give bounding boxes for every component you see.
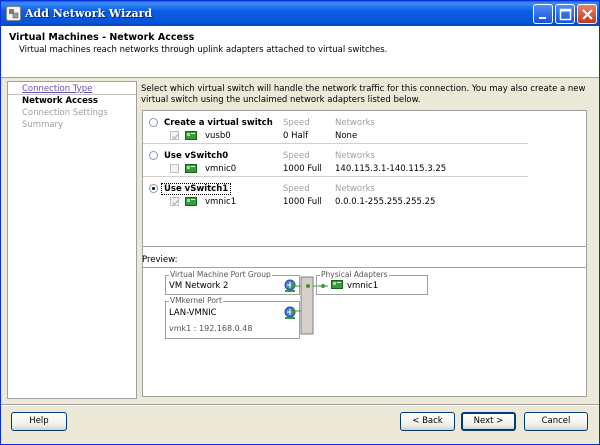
switch-option-vswitch0[interactable]: Use vSwitch0 Speed Networks vmnic0 1000 … [143, 147, 528, 177]
speed-header: Speed [283, 118, 310, 128]
adapter-networks: 0.0.0.1-255.255.255.25 [335, 197, 436, 207]
back-button[interactable]: < Back [400, 412, 455, 431]
row-divider [143, 176, 528, 177]
adapter-checkbox [170, 197, 179, 206]
network-adapter-icon [185, 131, 197, 140]
adapter-speed: 1000 Full [283, 164, 322, 174]
wizard-header: Virtual Machines - Network Access Virtua… [1, 26, 599, 78]
adapter-checkbox [170, 164, 179, 173]
radio-create-switch[interactable] [149, 118, 158, 127]
wizard-steps-nav: Connection Type Network Access Connectio… [7, 81, 137, 399]
nav-divider [8, 94, 136, 95]
switch-label[interactable]: Use vSwitch1 [160, 183, 232, 195]
network-adapter-icon [185, 197, 197, 206]
step-network-access: Network Access [22, 96, 98, 106]
footer-divider [1, 404, 599, 406]
main-panel: Select which virtual switch will handle … [138, 81, 593, 399]
cancel-button[interactable]: Cancel [524, 412, 588, 431]
help-button[interactable]: Help [11, 412, 67, 431]
switch-option-create[interactable]: Create a virtual switch Speed Networks v… [143, 114, 528, 144]
close-icon [582, 9, 593, 20]
radio-vswitch0[interactable] [149, 151, 158, 160]
vmware-app-icon [6, 6, 21, 21]
physical-adapters-group: Physical Adapters vmnic1 [316, 270, 428, 295]
adapter-name: vmnic1 [205, 197, 237, 207]
switch-label[interactable]: Use vSwitch0 [164, 151, 228, 161]
minimize-button[interactable] [533, 4, 553, 24]
maximize-icon [559, 8, 572, 21]
page-description: Virtual machines reach networks through … [19, 45, 388, 55]
switch-option-vswitch1[interactable]: Use vSwitch1 Speed Networks vmnic1 1000 … [143, 180, 528, 210]
physical-adapter-name: vmnic1 [347, 281, 379, 291]
minimize-icon [539, 17, 546, 19]
step-summary: Summary [22, 120, 64, 130]
switch-label[interactable]: Create a virtual switch [164, 118, 273, 128]
adapter-name: vusb0 [205, 131, 231, 141]
maximize-button[interactable] [555, 4, 575, 24]
window-title: Add Network Wizard [25, 7, 153, 20]
wizard-window: Add Network Wizard Virtual Machines - Ne… [0, 0, 600, 445]
adapter-checkbox [170, 131, 179, 140]
preview-label: Preview: [142, 255, 178, 265]
title-bar[interactable]: Add Network Wizard [1, 1, 599, 26]
networks-header: Networks [335, 118, 375, 128]
physical-adapters-legend: Physical Adapters [320, 270, 389, 279]
row-divider [143, 143, 528, 144]
preview-separator [142, 246, 587, 247]
step-connection-settings: Connection Settings [22, 108, 108, 118]
adapter-networks: None [335, 131, 358, 141]
radio-vswitch1[interactable] [149, 184, 158, 193]
adapter-name: vmnic0 [205, 164, 237, 174]
speed-header: Speed [283, 184, 310, 194]
adapter-networks: 140.115.3.1-140.115.3.25 [335, 164, 447, 174]
networks-header: Networks [335, 151, 375, 161]
network-adapter-icon [331, 280, 343, 289]
adapter-speed: 0 Half [283, 131, 309, 141]
close-button[interactable] [577, 4, 597, 24]
network-adapter-icon [185, 164, 197, 173]
speed-header: Speed [283, 151, 310, 161]
preview-diagram: Virtual Machine Port Group VM Network 2 … [142, 267, 587, 397]
checkmark-icon [172, 199, 179, 206]
page-title: Virtual Machines - Network Access [9, 32, 195, 43]
next-button[interactable]: Next > [461, 412, 516, 431]
checkmark-icon [172, 133, 179, 140]
instructions-text: Select which virtual switch will handle … [141, 84, 586, 105]
step-connection-type[interactable]: Connection Type [22, 84, 92, 94]
adapter-speed: 1000 Full [283, 197, 322, 207]
networks-header: Networks [335, 184, 375, 194]
